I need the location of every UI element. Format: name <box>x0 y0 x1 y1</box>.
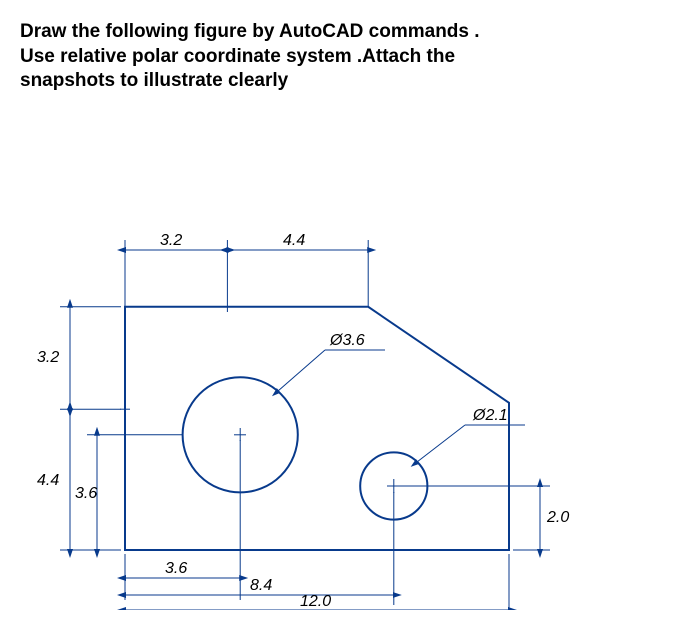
dim-label: 3.2 <box>37 349 59 366</box>
dim-label: 4.4 <box>283 232 305 249</box>
dim-label: 3.6 <box>165 560 187 577</box>
dim-label: 4.4 <box>37 472 59 489</box>
drawing-svg: 3.2 4.4 3.2 4.4 3.6 3.6 8.4 12.0 2.0 Ø3.… <box>25 150 665 610</box>
instruction-line2: Use relative polar coordinate system .At… <box>20 46 455 67</box>
dim-label: Ø3.6 <box>329 332 365 349</box>
leader-d2 <box>417 425 465 462</box>
dim-label: Ø2.1 <box>472 407 508 424</box>
leader-d1 <box>278 350 325 391</box>
dim-label: 3.2 <box>160 232 182 249</box>
instruction-text: Draw the following figure by AutoCAD com… <box>20 20 667 94</box>
dim-label: 12.0 <box>300 593 331 610</box>
instruction-line3: snapshots to illustrate clearly <box>20 70 288 91</box>
cad-drawing: 3.2 4.4 3.2 4.4 3.6 3.6 8.4 12.0 2.0 Ø3.… <box>25 150 665 610</box>
dim-label: 3.6 <box>75 485 97 502</box>
dim-label: 8.4 <box>250 577 272 594</box>
dim-label: 2.0 <box>546 509 569 526</box>
instruction-line1: Draw the following figure by AutoCAD com… <box>20 21 480 42</box>
